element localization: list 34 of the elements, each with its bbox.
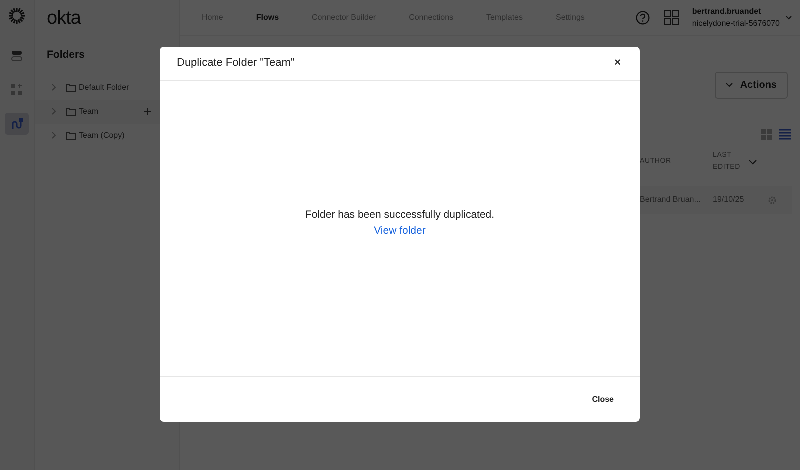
chevron-right-icon <box>52 132 56 140</box>
list-view-icon <box>779 129 791 140</box>
apps-icon <box>11 84 23 96</box>
chevron-right-icon <box>52 84 56 92</box>
list-view-button[interactable] <box>779 129 791 140</box>
close-button[interactable]: Close <box>591 390 615 408</box>
user-name: bertrand.bruandet <box>692 6 762 18</box>
logo: okta <box>47 8 82 30</box>
sun-logo-icon <box>8 7 26 25</box>
rail-item[interactable] <box>5 113 29 135</box>
help-icon <box>636 10 650 24</box>
flow-icon <box>11 118 23 130</box>
actions-button[interactable]: Actions <box>715 72 788 99</box>
grid-view-icon <box>761 129 773 140</box>
plus-icon <box>144 108 151 116</box>
success-message: Folder has been successfully duplicated. <box>305 208 495 223</box>
sort-icon <box>749 160 757 164</box>
sidebar-heading: Folders <box>47 48 86 63</box>
toggle-icon <box>11 50 23 62</box>
chevron-down-icon <box>786 16 792 20</box>
org-name: nicelydone-trial-5676070 <box>692 18 780 30</box>
nav-tab[interactable]: Flows <box>248 12 288 24</box>
folder-item[interactable]: Default Folder <box>35 76 179 100</box>
close-button[interactable]: × <box>612 55 623 72</box>
grid-view-button[interactable] <box>761 129 773 140</box>
folder-icon <box>66 84 76 92</box>
grid-icon <box>664 10 680 25</box>
folder-icon <box>66 108 76 116</box>
chevron-down-icon <box>726 83 734 88</box>
view-folder-link[interactable]: View folder <box>374 224 426 240</box>
gear-icon <box>768 196 777 204</box>
folder-item[interactable]: Team (Copy) <box>35 124 179 148</box>
dialog-title: Duplicate Folder "Team" <box>177 56 295 72</box>
folder-icon <box>66 132 76 140</box>
